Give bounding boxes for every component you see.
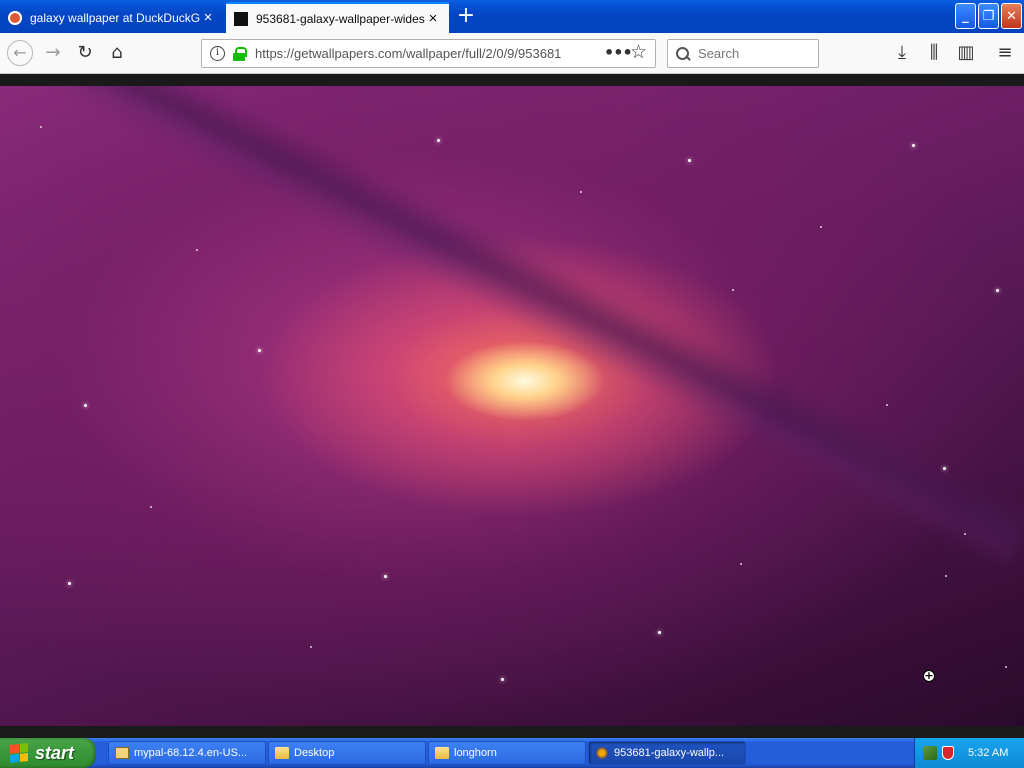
star bbox=[688, 159, 691, 162]
clock[interactable]: 5:32 AM bbox=[968, 747, 1008, 759]
taskbar: start mypal-68.12.4.en-US... Desktop lon… bbox=[0, 738, 1024, 768]
close-tab-icon[interactable]: × bbox=[200, 9, 216, 26]
start-label: start bbox=[35, 742, 75, 763]
star bbox=[258, 349, 261, 352]
home-button[interactable]: ⌂ bbox=[105, 41, 129, 65]
url-text[interactable]: https://getwallpapers.com/wallpaper/full… bbox=[255, 46, 575, 61]
star bbox=[658, 631, 661, 634]
duckduckgo-icon bbox=[8, 10, 22, 25]
star bbox=[150, 506, 152, 508]
taskbar-item-label: mypal-68.12.4.en-US... bbox=[134, 747, 248, 759]
security-shield-icon[interactable] bbox=[942, 746, 954, 760]
tab-wallpaper[interactable]: 953681-galaxy-wallpaper-widescreen × bbox=[226, 2, 449, 33]
star bbox=[964, 533, 966, 535]
taskbar-item-label: 953681-galaxy-wallp... bbox=[614, 747, 725, 759]
taskbar-item-desktop[interactable]: Desktop bbox=[268, 741, 426, 765]
star bbox=[945, 575, 947, 577]
back-button[interactable]: ← bbox=[7, 40, 33, 66]
star bbox=[820, 226, 822, 228]
star bbox=[740, 563, 742, 565]
reload-button[interactable]: ↻ bbox=[73, 41, 97, 65]
tab-duckduckgo[interactable]: galaxy wallpaper at DuckDuckGo × bbox=[0, 2, 224, 33]
content-border-top bbox=[0, 74, 1024, 86]
star bbox=[310, 646, 312, 648]
downloads-icon[interactable]: ⤓ bbox=[890, 41, 914, 65]
bookmark-star-icon[interactable]: ☆ bbox=[630, 41, 647, 63]
maximize-button[interactable]: ❐ bbox=[978, 3, 999, 29]
taskbar-item-longhorn[interactable]: longhorn bbox=[428, 741, 586, 765]
star bbox=[912, 144, 915, 147]
windows-logo-icon bbox=[10, 743, 28, 763]
galaxy-dust-lane bbox=[24, 86, 1024, 572]
tab-title: galaxy wallpaper at DuckDuckGo bbox=[30, 10, 200, 25]
page-actions-icon[interactable]: ••• bbox=[604, 43, 633, 62]
taskbar-item-label: Desktop bbox=[294, 747, 335, 759]
star bbox=[886, 404, 888, 406]
taskbar-item-label: longhorn bbox=[454, 747, 497, 759]
star bbox=[1005, 666, 1007, 668]
url-bar[interactable]: i https://getwallpapers.com/wallpaper/fu… bbox=[201, 39, 656, 68]
star bbox=[84, 404, 87, 407]
search-input[interactable] bbox=[698, 46, 808, 61]
installer-icon bbox=[115, 747, 129, 759]
cursor-icon: + bbox=[923, 669, 935, 682]
star bbox=[437, 139, 440, 142]
star bbox=[68, 582, 71, 585]
folder-icon bbox=[435, 747, 449, 759]
close-window-button[interactable]: ✕ bbox=[1001, 3, 1022, 29]
tab-title: 953681-galaxy-wallpaper-widescreen bbox=[256, 11, 425, 26]
minimize-button[interactable]: _ bbox=[955, 3, 976, 29]
star bbox=[943, 467, 946, 470]
navigation-toolbar: ← → ↻ ⌂ i https://getwallpapers.com/wall… bbox=[0, 33, 1024, 74]
star bbox=[501, 678, 504, 681]
forward-button[interactable]: → bbox=[41, 41, 65, 65]
search-icon bbox=[676, 46, 690, 61]
star bbox=[40, 126, 42, 128]
image-icon bbox=[234, 11, 248, 26]
taskbar-item-browser[interactable]: 953681-galaxy-wallp... bbox=[588, 741, 746, 765]
content-border-bottom bbox=[0, 726, 1024, 738]
system-tray: 5:32 AM bbox=[914, 738, 1024, 768]
library-icon[interactable]: ⫼ bbox=[922, 41, 946, 65]
browser-title-bar: galaxy wallpaper at DuckDuckGo × 953681-… bbox=[0, 0, 1024, 33]
lock-icon[interactable] bbox=[233, 46, 247, 61]
star bbox=[732, 289, 734, 291]
star bbox=[196, 249, 198, 251]
star bbox=[580, 191, 582, 193]
star bbox=[996, 289, 999, 292]
browser-icon bbox=[595, 747, 609, 759]
star bbox=[384, 575, 387, 578]
close-tab-icon[interactable]: × bbox=[425, 10, 441, 27]
menu-icon[interactable]: ≡ bbox=[993, 41, 1017, 65]
taskbar-item-mypal-installer[interactable]: mypal-68.12.4.en-US... bbox=[108, 741, 266, 765]
network-icon[interactable] bbox=[923, 746, 937, 760]
info-icon[interactable]: i bbox=[210, 46, 225, 61]
sidebar-icon[interactable]: ▥ bbox=[954, 41, 978, 65]
new-tab-button[interactable]: + bbox=[454, 4, 478, 30]
galaxy-wallpaper-image: + bbox=[0, 86, 1024, 726]
start-button[interactable]: start bbox=[0, 738, 96, 768]
folder-icon bbox=[275, 747, 289, 759]
search-bar[interactable] bbox=[667, 39, 819, 68]
